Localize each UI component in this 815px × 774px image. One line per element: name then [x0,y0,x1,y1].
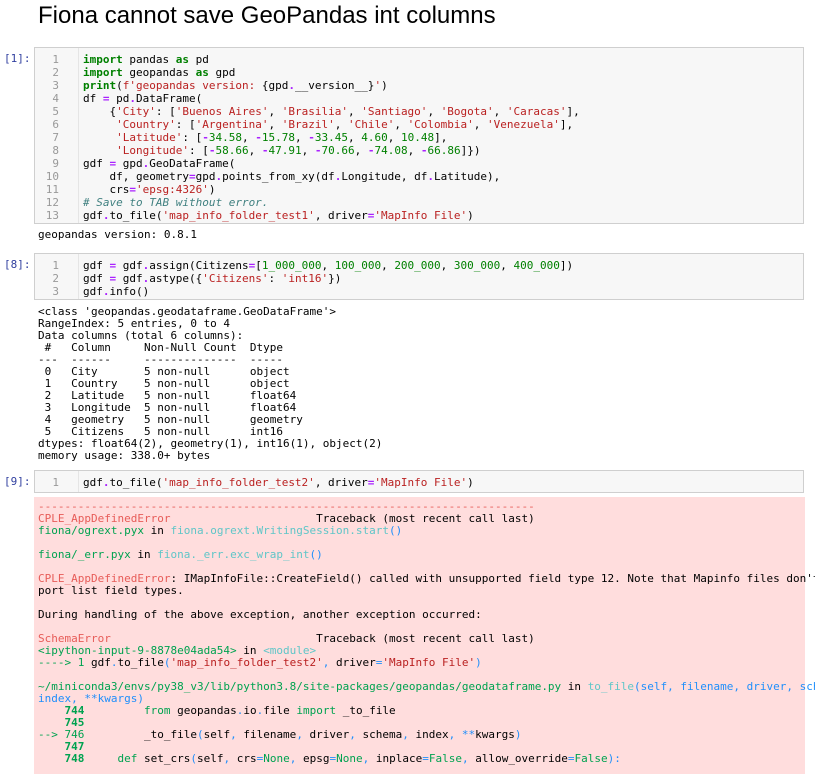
traceback: ----------------------------------------… [38,500,815,765]
code-editor[interactable]: import pandas as pd import geopandas as … [83,53,799,222]
cell-2-prompt: [8]: [4,258,31,271]
cell-1-prompt: [1]: [4,52,31,65]
code-editor[interactable]: gdf.to_file('map_info_folder_test2', dri… [83,476,799,489]
code-cell-3[interactable]: 1 gdf.to_file('map_info_folder_test2', d… [34,470,804,493]
line-numbers: 1 2 3 4 5 6 7 8 9 10 11 12 13 [45,53,59,222]
output-info: <class 'geopandas.geodataframe.GeoDataFr… [38,305,383,462]
line-numbers: 1 [52,476,59,489]
code-cell-2[interactable]: 123 gdf = gdf.assign(Citizens=[1_000_000… [34,253,804,300]
code-cell-1[interactable]: 1 2 3 4 5 6 7 8 9 10 11 12 13 import pandas as pd im… [34,47,804,224]
line-numbers: 123 [52,259,59,298]
output-version: geopandas version: 0.8.1 [38,228,197,241]
code-editor[interactable]: gdf = gdf.assign(Citizens=[1_000_000, 10… [83,259,799,298]
cell-3-prompt: [9]: [4,475,31,488]
error-output: ----------------------------------------… [34,497,815,774]
page-title: Fiona cannot save GeoPandas int columns [38,2,496,29]
